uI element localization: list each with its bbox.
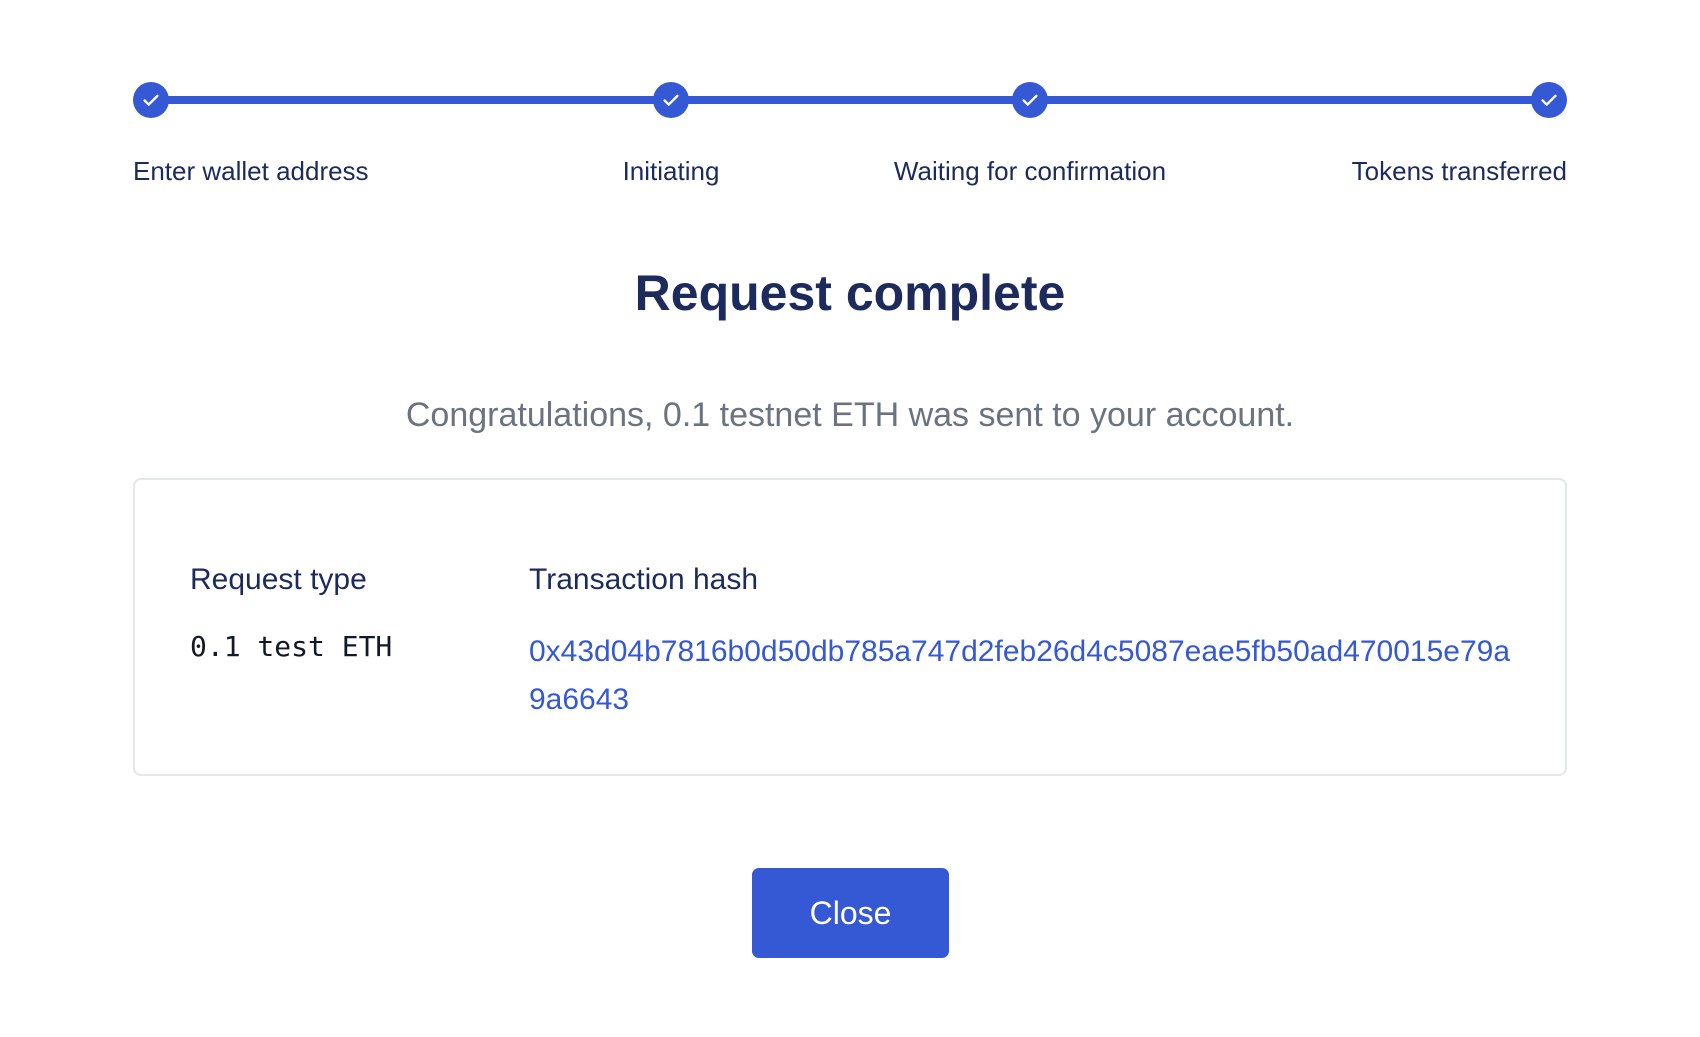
page-title: Request complete	[634, 265, 1066, 321]
step-1-check-icon	[133, 82, 169, 118]
step-label-waiting-for-confirmation: Waiting for confirmation	[893, 156, 1167, 186]
step-label-enter-wallet-address: Enter wallet address	[133, 156, 369, 186]
request-type-value: 0.1 test ETH	[190, 630, 393, 663]
success-message: Congratulations, 0.1 testnet ETH was sen…	[405, 396, 1295, 434]
stepper-track	[151, 96, 1550, 104]
transaction-hash-link[interactable]: 0x43d04b7816b0d50db785a747d2feb26d4c5087…	[529, 628, 1519, 724]
close-button[interactable]: Close	[752, 868, 949, 958]
step-4-check-icon	[1531, 82, 1567, 118]
step-label-tokens-transferred: Tokens transferred	[1351, 156, 1567, 186]
check-icon	[1541, 94, 1557, 106]
check-icon	[663, 94, 679, 106]
step-2-check-icon	[653, 82, 689, 118]
check-icon	[1022, 94, 1038, 106]
check-icon	[143, 94, 159, 106]
step-label-initiating: Initiating	[622, 156, 720, 186]
step-3-check-icon	[1012, 82, 1048, 118]
request-type-header: Request type	[190, 563, 367, 596]
progress-stepper: Enter wallet address Initiating Waiting …	[0, 0, 1700, 200]
transaction-hash-header: Transaction hash	[529, 563, 759, 596]
request-details-card: Request type Transaction hash 0.1 test E…	[133, 478, 1567, 776]
